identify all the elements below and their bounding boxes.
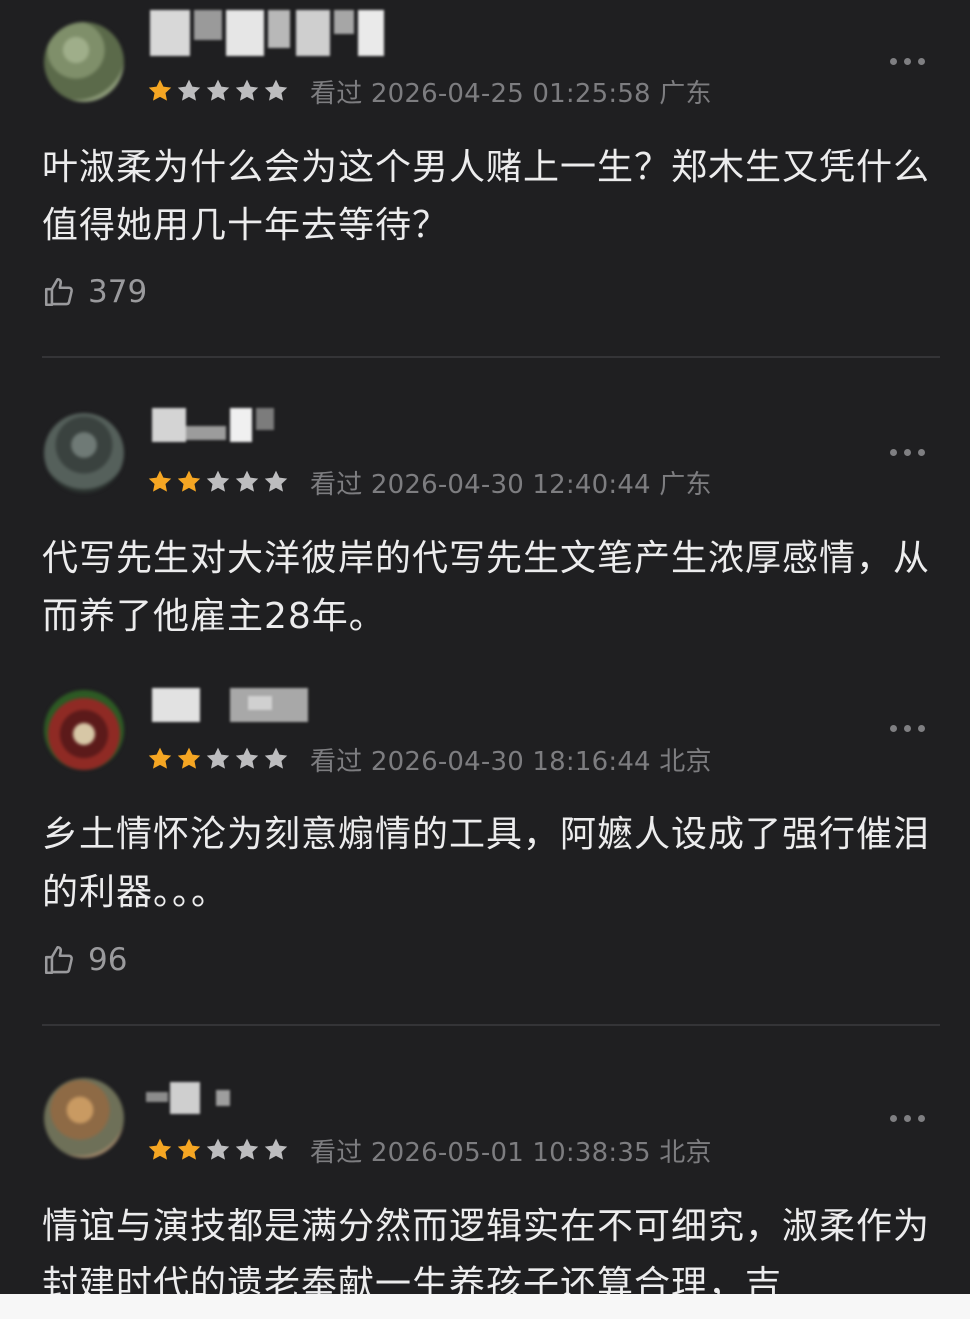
review-meta: 看过 2026-05-01 10:38:35 北京 (310, 1138, 712, 1168)
star-empty-icon (206, 79, 230, 101)
like-count: 96 (88, 942, 128, 978)
star-empty-icon (264, 79, 288, 101)
star-filled-icon (148, 470, 172, 492)
more-dots-icon[interactable] (888, 55, 928, 67)
username-blurred[interactable] (150, 10, 390, 56)
rating-stars (146, 468, 290, 498)
more-dots-icon[interactable] (888, 722, 928, 734)
divider (42, 1024, 940, 1026)
rating-stars (146, 1136, 290, 1166)
like-button[interactable]: 96 (42, 940, 127, 980)
star-empty-icon (264, 470, 288, 492)
avatar[interactable] (44, 22, 124, 102)
star-empty-icon (264, 1138, 288, 1160)
thumbs-up-icon (44, 945, 73, 975)
avatar[interactable] (44, 1078, 124, 1158)
star-filled-icon (148, 79, 172, 101)
review-text: 乡土情怀沦为刻意煽情的工具，阿嬷人设成了强行催泪的利器。。。 (42, 814, 931, 913)
star-empty-icon (177, 79, 201, 101)
divider (42, 356, 940, 358)
rating-stars (146, 745, 290, 775)
more-dots-icon[interactable] (888, 1112, 928, 1124)
review-text: 叶淑柔为什么会为这个男人赌上一生？郑木生又凭什么值得她用几十年去等待？ (42, 147, 931, 246)
star-empty-icon (264, 747, 288, 769)
avatar[interactable] (44, 413, 124, 493)
bottom-edge (0, 1294, 970, 1319)
like-button[interactable]: 379 (42, 272, 147, 312)
star-filled-icon (177, 470, 201, 492)
star-filled-icon (177, 1138, 201, 1160)
username-blurred[interactable] (152, 688, 312, 734)
review-meta: 看过 2026-04-30 12:40:44 广东 (310, 470, 712, 500)
review-meta: 看过 2026-04-25 01:25:58 广东 (310, 79, 712, 109)
more-dots-icon[interactable] (888, 446, 928, 458)
star-filled-icon (177, 747, 201, 769)
review-text: 代写先生对大洋彼岸的代写先生文笔产生浓厚感情，从而养了他雇主28年。 (42, 538, 931, 637)
like-count: 379 (88, 274, 148, 310)
star-empty-icon (206, 1138, 230, 1160)
star-empty-icon (235, 79, 259, 101)
username-blurred[interactable] (152, 408, 282, 454)
review-meta: 看过 2026-04-30 18:16:44 北京 (310, 747, 712, 777)
star-empty-icon (206, 747, 230, 769)
thumbs-up-icon (44, 277, 73, 307)
star-empty-icon (235, 470, 259, 492)
star-filled-icon (148, 1138, 172, 1160)
star-empty-icon (235, 747, 259, 769)
rating-stars (146, 77, 290, 107)
star-empty-icon (235, 1138, 259, 1160)
avatar[interactable] (44, 690, 124, 770)
username-blurred[interactable] (146, 1082, 246, 1128)
star-empty-icon (206, 470, 230, 492)
star-filled-icon (148, 747, 172, 769)
